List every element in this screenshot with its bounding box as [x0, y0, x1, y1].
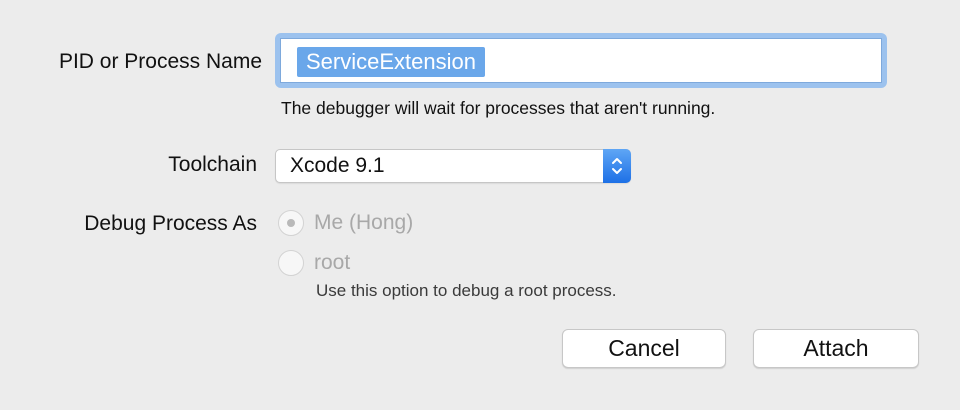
- pid-label: PID or Process Name: [58, 50, 262, 73]
- radio-button-me[interactable]: [278, 210, 304, 236]
- toolchain-value: Xcode 9.1: [290, 154, 385, 177]
- radio-dot-icon: [287, 219, 295, 227]
- root-hint: Use this option to debug a root process.: [316, 281, 617, 300]
- pid-input-value: ServiceExtension: [297, 47, 485, 77]
- pid-field-focus-ring: ServiceExtension: [275, 33, 887, 88]
- radio-label-root: root: [314, 251, 351, 274]
- chevron-up-down-icon: [603, 149, 631, 183]
- toolchain-label: Toolchain: [168, 153, 257, 176]
- debug-process-as-label: Debug Process As: [84, 212, 257, 235]
- cancel-button[interactable]: Cancel: [562, 329, 726, 368]
- pid-input[interactable]: ServiceExtension: [280, 38, 882, 83]
- attach-button[interactable]: Attach: [753, 329, 919, 368]
- radio-option-root[interactable]: root: [278, 250, 350, 276]
- radio-option-me[interactable]: Me (Hong): [278, 210, 413, 236]
- radio-label-me: Me (Hong): [314, 211, 414, 234]
- pid-hint: The debugger will wait for processes tha…: [281, 98, 716, 118]
- radio-button-root[interactable]: [278, 250, 304, 276]
- toolchain-popup[interactable]: Xcode 9.1: [275, 149, 631, 183]
